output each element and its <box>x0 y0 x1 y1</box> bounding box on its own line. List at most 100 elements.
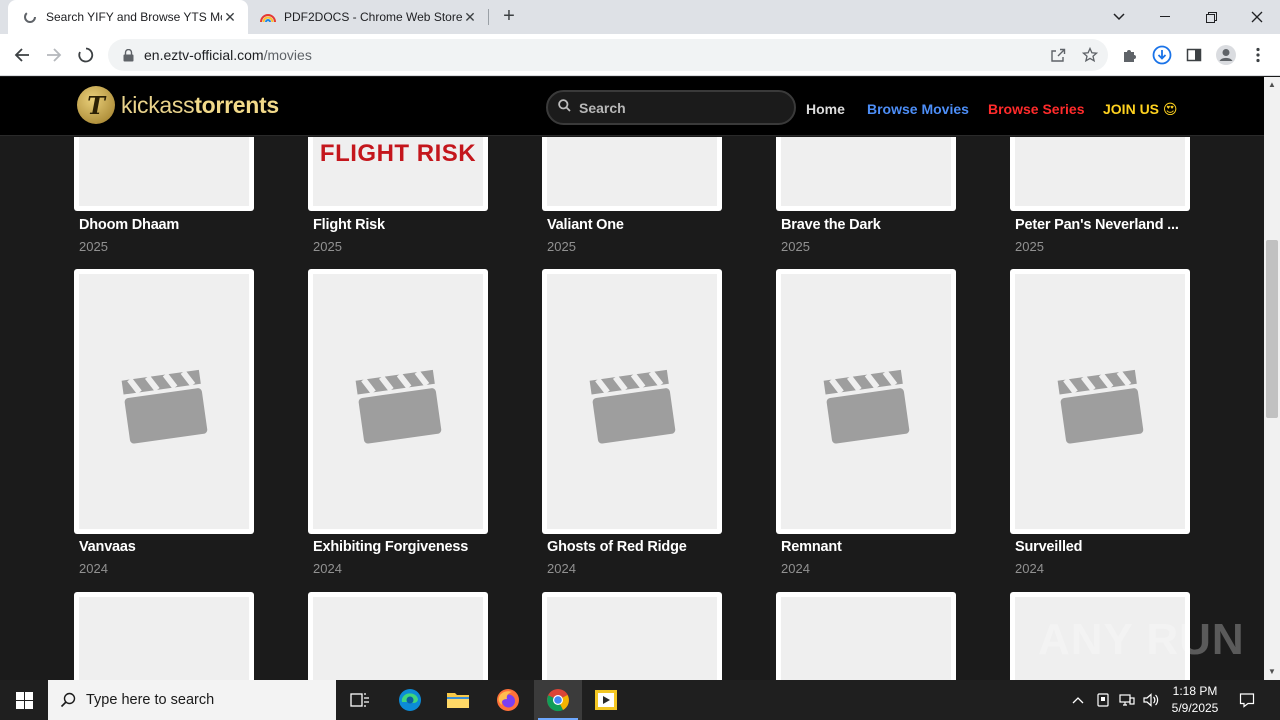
file-explorer-icon[interactable] <box>434 680 482 720</box>
movie-poster[interactable] <box>308 592 488 680</box>
movie-poster[interactable] <box>74 592 254 680</box>
movie-poster[interactable] <box>1010 269 1190 534</box>
movie-title[interactable]: Ghosts of Red Ridge <box>547 539 722 555</box>
movie-poster[interactable] <box>542 269 722 534</box>
tab-pdf2docs[interactable]: PDF2DOCS - Chrome Web Store ✕ <box>250 0 488 34</box>
scroll-down-arrow-icon[interactable]: ▼ <box>1264 664 1280 680</box>
movie-poster[interactable] <box>74 137 254 211</box>
movie-year: 2024 <box>781 561 810 576</box>
browser-tab-strip: Search YIFY and Browse YTS Mo ✕ PDF2DOCS… <box>0 0 1280 34</box>
movie-poster[interactable] <box>1010 137 1190 211</box>
tab-yify[interactable]: Search YIFY and Browse YTS Mo ✕ <box>8 0 248 34</box>
windows-start-button[interactable] <box>0 680 48 720</box>
tray-chevron-up-icon[interactable] <box>1068 680 1088 720</box>
site-logo[interactable]: T kickasstorrents <box>77 85 279 125</box>
tab-separator <box>488 9 489 25</box>
movie-poster[interactable] <box>308 269 488 534</box>
movie-year: 2024 <box>1015 561 1044 576</box>
scroll-up-arrow-icon[interactable]: ▲ <box>1264 77 1280 93</box>
movie-poster[interactable] <box>776 137 956 211</box>
movie-poster[interactable] <box>776 269 956 534</box>
back-button[interactable] <box>8 41 36 69</box>
tray-device-icon[interactable] <box>1092 680 1114 720</box>
movie-grid: Dhoom Dhaam 2025 FLIGHT RISK Flight Risk… <box>0 137 1264 680</box>
task-view-icon[interactable] <box>336 680 384 720</box>
volume-icon[interactable] <box>1140 680 1162 720</box>
media-player-icon[interactable] <box>582 680 630 720</box>
site-search[interactable] <box>546 90 796 125</box>
movie-title[interactable]: Peter Pan's Neverland ... <box>1015 217 1190 233</box>
anyrun-watermark: ANY RUN <box>1038 608 1245 672</box>
download-icon[interactable] <box>1148 41 1176 69</box>
chrome-icon[interactable] <box>534 680 582 720</box>
movie-poster[interactable]: FLIGHT RISK <box>308 137 488 211</box>
notifications-icon[interactable] <box>1232 680 1262 720</box>
movie-title[interactable]: Vanvaas <box>79 539 254 555</box>
movie-poster[interactable] <box>542 137 722 211</box>
restore-button[interactable] <box>1188 0 1234 34</box>
poster-image <box>79 137 249 206</box>
tab-close-icon[interactable]: ✕ <box>462 9 478 25</box>
nav-browse-series[interactable]: Browse Series <box>988 101 1085 117</box>
movie-title[interactable]: Flight Risk <box>313 217 488 233</box>
minimize-button[interactable] <box>1142 0 1188 34</box>
edge-browser-icon[interactable] <box>386 680 434 720</box>
movie-poster[interactable] <box>542 592 722 680</box>
movie-title[interactable]: Brave the Dark <box>781 217 956 233</box>
address-bar[interactable]: en.eztv-official.com/movies <box>108 39 1108 71</box>
movie-title[interactable]: Surveilled <box>1015 539 1190 555</box>
menu-kebab-icon[interactable] <box>1244 41 1272 69</box>
poster-image: FLIGHT RISK <box>313 137 483 206</box>
side-panel-icon[interactable] <box>1180 41 1208 69</box>
new-tab-button[interactable]: + <box>498 6 520 28</box>
nav-join-us[interactable]: JOIN US 😍 <box>1103 101 1178 118</box>
search-icon <box>60 692 76 708</box>
clapperboard-icon <box>121 369 208 444</box>
bookmark-star-icon[interactable] <box>1076 41 1104 69</box>
clapperboard-icon <box>589 369 676 444</box>
browser-toolbar: en.eztv-official.com/movies <box>0 34 1280 76</box>
nav-home[interactable]: Home <box>806 101 845 117</box>
taskbar-search-box[interactable]: Type here to search <box>48 680 336 720</box>
profile-avatar-icon[interactable] <box>1212 41 1240 69</box>
movie-poster[interactable] <box>74 269 254 534</box>
scrollbar-thumb[interactable] <box>1266 240 1278 418</box>
taskbar-clock[interactable]: 1:18 PM 5/9/2025 <box>1160 683 1230 717</box>
close-window-button[interactable] <box>1234 0 1280 34</box>
url-host: en.eztv-official.com <box>144 47 264 63</box>
page-scrollbar[interactable]: ▲ ▼ <box>1264 77 1280 680</box>
poster-image <box>547 137 717 206</box>
firefox-icon[interactable] <box>484 680 532 720</box>
clapperboard-icon <box>355 369 442 444</box>
poster-placeholder <box>547 274 717 529</box>
windows-taskbar: Type here to search 1:18 PM 5/9/2025 <box>0 680 1280 720</box>
tab-close-icon[interactable]: ✕ <box>222 9 238 25</box>
network-icon[interactable] <box>1116 680 1138 720</box>
clock-date: 5/9/2025 <box>1171 701 1219 715</box>
tab-search-chevron-icon[interactable] <box>1096 0 1142 34</box>
movie-year: 2025 <box>781 239 810 254</box>
poster-placeholder <box>79 597 249 680</box>
tab-title: PDF2DOCS - Chrome Web Store <box>284 10 462 24</box>
search-icon <box>558 98 571 117</box>
movie-poster[interactable] <box>776 592 956 680</box>
forward-button[interactable] <box>40 41 68 69</box>
rainbow-favicon-icon <box>260 9 276 25</box>
movie-title[interactable]: Exhibiting Forgiveness <box>313 539 488 555</box>
movie-title[interactable]: Valiant One <box>547 217 722 233</box>
nav-browse-movies[interactable]: Browse Movies <box>867 101 969 117</box>
site-header: T kickasstorrents Home Browse Movies Bro… <box>0 77 1264 136</box>
movie-year: 2025 <box>1015 239 1044 254</box>
share-icon[interactable] <box>1044 41 1072 69</box>
poster-title-text: FLIGHT RISK <box>319 140 477 167</box>
movie-year: 2025 <box>547 239 576 254</box>
stop-loading-button[interactable] <box>72 41 100 69</box>
movie-title[interactable]: Remnant <box>781 539 956 555</box>
movie-year: 2025 <box>79 239 108 254</box>
movie-year: 2024 <box>313 561 342 576</box>
search-input[interactable] <box>579 99 779 116</box>
movie-title[interactable]: Dhoom Dhaam <box>79 217 254 233</box>
poster-placeholder <box>313 274 483 529</box>
extensions-puzzle-icon[interactable] <box>1116 41 1144 69</box>
lock-icon[interactable] <box>120 47 136 63</box>
